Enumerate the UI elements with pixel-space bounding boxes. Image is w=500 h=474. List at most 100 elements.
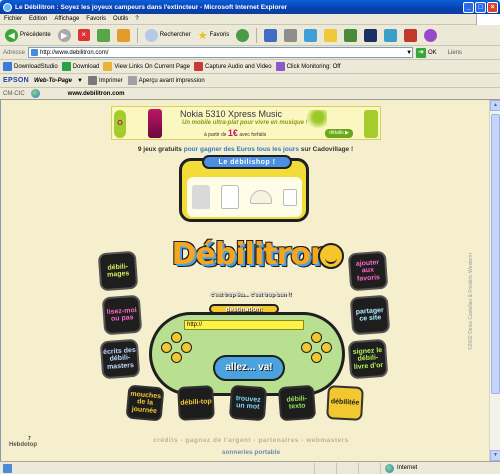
footer-links[interactable]: crédits - gagnez de l'argent - partenair… bbox=[101, 437, 401, 444]
tshirt-image[interactable] bbox=[192, 185, 211, 209]
ringtones-link[interactable]: sonneries portable bbox=[101, 449, 401, 456]
plugin4-button[interactable] bbox=[422, 27, 439, 44]
ad-details-button[interactable]: détails ▶ bbox=[325, 129, 353, 138]
click-monitoring-button[interactable]: Click Monitoring: Off bbox=[275, 62, 341, 71]
menubar: Fichier Edition Affichage Favoris Outils… bbox=[0, 13, 500, 25]
guestbook-button[interactable]: signez le débili-livre d'or bbox=[347, 338, 389, 380]
mail-button[interactable] bbox=[262, 27, 279, 44]
download-button[interactable]: Download bbox=[61, 62, 99, 71]
cic-toolbar: CM-CIC www.debilitron.com bbox=[0, 88, 500, 100]
ad-price-suffix: avec forfaits bbox=[239, 132, 267, 138]
status-cell bbox=[337, 462, 359, 474]
print-preview-button[interactable]: Aperçu avant impression bbox=[127, 76, 205, 85]
links-label[interactable]: Liens bbox=[448, 50, 462, 56]
links-icon bbox=[103, 62, 113, 71]
scroll-thumb[interactable] bbox=[491, 114, 500, 394]
globe-icon[interactable] bbox=[30, 89, 40, 98]
address-label: Adresse bbox=[3, 49, 26, 56]
go-arrow-icon: ➜ bbox=[416, 47, 427, 58]
ad-price-value: 1€ bbox=[227, 128, 238, 138]
favorites-button[interactable]: ★ Favoris bbox=[196, 27, 232, 44]
stop-button[interactable]: × bbox=[76, 27, 92, 44]
add-favorites-button[interactable]: ajouter aux favoris bbox=[347, 250, 389, 292]
window-title: Le Débilitron : Soyez les joyeux campeur… bbox=[15, 3, 288, 11]
promo-line[interactable]: 9 jeux gratuits pour gagner des Euros to… bbox=[1, 146, 489, 153]
ad-title: Nokia 5310 Xpress Music bbox=[180, 109, 283, 119]
back-label: Précédente bbox=[20, 32, 51, 38]
stop-icon: × bbox=[77, 29, 90, 41]
menu-edition[interactable]: Edition bbox=[29, 16, 47, 22]
share-site-button[interactable]: partager ce site bbox=[349, 294, 391, 336]
nokia-ad-banner[interactable]: O Nokia 5310 Xpress Music Un mobile ultr… bbox=[111, 106, 381, 140]
go-submit-button[interactable]: allez... va! bbox=[213, 355, 285, 381]
debilitee-button[interactable]: débilitée bbox=[326, 385, 364, 421]
view-links-button[interactable]: View Links On Current Page bbox=[103, 62, 190, 71]
menu-outils[interactable]: Outils bbox=[113, 16, 128, 22]
print-epson-button[interactable]: Imprimer bbox=[87, 76, 123, 85]
forward-button[interactable]: ▶ bbox=[56, 27, 73, 44]
cap-image[interactable] bbox=[249, 190, 272, 204]
debili-texto-button[interactable]: débili-texto bbox=[277, 384, 317, 422]
mouches-button[interactable]: mouches de la journée bbox=[125, 384, 165, 422]
scroll-up-button[interactable]: ▲ bbox=[490, 100, 500, 111]
menu-favoris[interactable]: Favoris bbox=[86, 16, 106, 22]
promo-highlight[interactable]: pour gagner des Euros tous les jours bbox=[184, 146, 299, 153]
lisez-moi-button[interactable]: lisez-moi ou pas bbox=[101, 294, 143, 336]
plugin-linkbar: DownloadStudio Download View Links On Cu… bbox=[0, 60, 500, 74]
minimize-button[interactable]: _ bbox=[463, 1, 474, 13]
ad-price-prefix: à partir de bbox=[204, 132, 227, 138]
plugin1-button[interactable] bbox=[362, 27, 379, 44]
maximize-button[interactable]: □ bbox=[475, 1, 486, 13]
zone-label: Internet bbox=[397, 465, 418, 471]
mail-icon bbox=[264, 28, 278, 42]
dropdown-arrow-icon[interactable]: ▼ bbox=[77, 78, 83, 84]
go-button[interactable]: ➜ OK bbox=[416, 47, 437, 58]
trouvez-mot-button[interactable]: trouvez un mot bbox=[228, 384, 268, 422]
folder-button[interactable] bbox=[322, 27, 339, 44]
standard-toolbar: ◀ Précédente ▶ × Rechercher ★ Favoris bbox=[0, 25, 500, 46]
home-button[interactable] bbox=[115, 27, 132, 44]
forward-arrow-icon: ▶ bbox=[57, 28, 71, 42]
messenger-button[interactable] bbox=[342, 27, 359, 44]
capture-button[interactable]: Capture Audio and Video bbox=[194, 62, 272, 71]
edit-icon bbox=[304, 28, 318, 42]
debili-mages-button[interactable]: débili-mages bbox=[97, 250, 139, 292]
vertical-scrollbar[interactable]: ▲ ▼ bbox=[489, 100, 500, 461]
pad-button-dot bbox=[171, 332, 182, 343]
address-input[interactable]: http://www.debilitron.com/ ▼ bbox=[28, 47, 414, 58]
pad-button-dot bbox=[311, 352, 322, 363]
mug-image[interactable] bbox=[282, 188, 297, 206]
capture-label: Capture Audio and Video bbox=[205, 63, 272, 70]
debili-masters-button[interactable]: écrits des débili-masters bbox=[99, 338, 141, 380]
internet-zone-icon bbox=[385, 463, 394, 473]
ad-leaf-graphic bbox=[305, 110, 327, 128]
history-button[interactable] bbox=[234, 27, 251, 44]
dropdown-arrow-icon[interactable]: ▼ bbox=[406, 50, 412, 56]
refresh-button[interactable] bbox=[95, 27, 112, 44]
menu-affichage[interactable]: Affichage bbox=[54, 16, 79, 22]
back-button[interactable]: ◀ Précédente bbox=[3, 27, 53, 44]
scroll-down-button[interactable]: ▼ bbox=[490, 450, 500, 461]
plugin3-button[interactable] bbox=[402, 27, 419, 44]
destination-url-input[interactable]: http:// bbox=[184, 320, 304, 330]
plugin2-button[interactable] bbox=[382, 27, 399, 44]
menu-fichier[interactable]: Fichier bbox=[4, 16, 22, 22]
ad-side-graphic bbox=[364, 110, 378, 138]
plugin-icon bbox=[404, 28, 418, 42]
close-button[interactable]: × bbox=[487, 1, 498, 13]
edit-button[interactable] bbox=[302, 27, 319, 44]
debilishop-panel[interactable]: Le débilishop ! bbox=[179, 155, 309, 222]
debili-top-button[interactable]: débili-top bbox=[177, 385, 215, 421]
window-titlebar: Le Débilitron : Soyez les joyeux campeur… bbox=[0, 0, 500, 14]
download-icon bbox=[3, 62, 12, 71]
tshirt-image[interactable] bbox=[221, 185, 240, 209]
print-button[interactable] bbox=[282, 27, 299, 44]
web-to-page-button[interactable]: Web-To-Page bbox=[34, 78, 72, 84]
menu-help[interactable]: ? bbox=[135, 16, 138, 22]
destination-label: destination: bbox=[209, 304, 279, 314]
search-button[interactable]: Rechercher bbox=[143, 27, 193, 44]
promo-suffix: sur Cadovillage ! bbox=[300, 146, 354, 153]
downloadstudio-button[interactable]: DownloadStudio bbox=[3, 62, 58, 71]
pad-button-dot bbox=[161, 342, 172, 353]
hebdotop-badge[interactable]: 7 Hebdotop bbox=[9, 436, 39, 448]
